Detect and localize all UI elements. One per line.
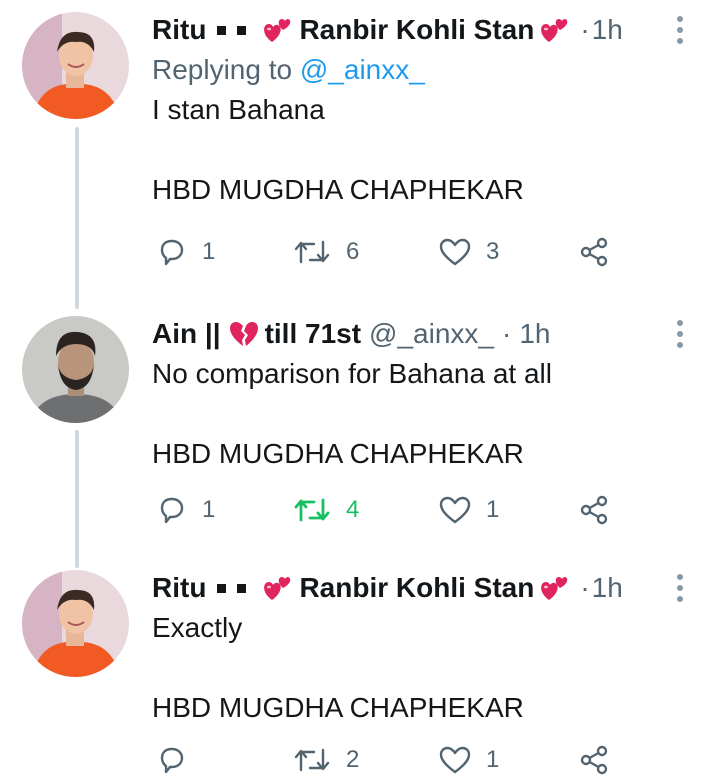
- like-button[interactable]: 1: [438, 744, 499, 776]
- more-options-icon[interactable]: [677, 574, 683, 602]
- retweet-button[interactable]: 6: [292, 236, 359, 268]
- black-square-emoji: [237, 25, 247, 35]
- share-icon: [580, 237, 608, 267]
- two-hearts-icon: [541, 19, 568, 42]
- display-name-suffix: till 71st: [264, 318, 362, 349]
- display-name[interactable]: Ain ||: [152, 318, 221, 350]
- more-options-icon[interactable]: [677, 320, 683, 348]
- share-icon: [580, 745, 608, 775]
- reply-count: 1: [202, 238, 216, 265]
- tweet-header: Ritu Ranbir Kohli Stan · 1h: [152, 568, 679, 608]
- retweet-button[interactable]: 4: [292, 494, 359, 526]
- tweet-text: I stan Bahana HBD MUGDHA CHAPHEKAR: [152, 94, 524, 205]
- share-icon: [580, 495, 608, 525]
- tweet-actions: 2 1: [152, 740, 622, 780]
- like-icon: [439, 746, 471, 774]
- reply-icon: [160, 747, 184, 774]
- more-options-icon[interactable]: [677, 16, 683, 44]
- timestamp[interactable]: 1h: [592, 14, 623, 46]
- like-count: 3: [486, 238, 500, 265]
- share-button[interactable]: [578, 744, 610, 776]
- display-name-suffix: Ranbir Kohli Stan: [299, 572, 535, 603]
- tweet-text: No comparison for Bahana at all HBD MUGD…: [152, 358, 552, 469]
- tweet-header: Ain || till 71st @_ainxx_ · 1h: [152, 314, 679, 354]
- retweet-count: 6: [346, 238, 360, 265]
- like-icon: [439, 238, 471, 266]
- share-button[interactable]: [578, 236, 610, 268]
- retweet-icon: [294, 240, 330, 264]
- avatar[interactable]: [22, 12, 129, 119]
- like-count: 1: [486, 746, 500, 773]
- reply-icon: [160, 239, 184, 266]
- separator-dot: ·: [580, 572, 590, 603]
- share-button[interactable]: [578, 494, 610, 526]
- retweet-button[interactable]: 2: [292, 744, 359, 776]
- reply-button[interactable]: [156, 744, 202, 776]
- display-name-suffix: Ranbir Kohli Stan: [299, 14, 535, 45]
- like-button[interactable]: 1: [438, 494, 499, 526]
- display-name[interactable]: Ritu: [152, 572, 206, 604]
- retweet-icon: [294, 748, 330, 772]
- reply-button[interactable]: 1: [156, 494, 215, 526]
- two-hearts-icon: [541, 577, 568, 600]
- reply-icon: [160, 497, 184, 524]
- two-hearts-icon: [264, 19, 291, 42]
- black-square-emoji: [237, 583, 247, 593]
- tweet-header: Ritu Ranbir Kohli Stan · 1h: [152, 10, 679, 50]
- black-square-emoji: [217, 583, 227, 593]
- reply-button[interactable]: 1: [156, 236, 215, 268]
- like-count: 1: [486, 496, 500, 523]
- replying-to-prefix: Replying to: [152, 54, 300, 85]
- tweet-actions: 1 4 1: [152, 490, 622, 530]
- avatar[interactable]: [22, 570, 129, 677]
- replying-to: Replying to @_ainxx_: [152, 50, 679, 90]
- timestamp[interactable]: 1h: [519, 318, 550, 350]
- timestamp[interactable]: 1h: [592, 572, 623, 604]
- retweet-count: 4: [346, 496, 360, 523]
- display-name[interactable]: Ritu: [152, 14, 206, 46]
- user-handle[interactable]: @_ainxx_: [369, 318, 494, 350]
- tweet-2[interactable]: Ain || till 71st @_ainxx_ · 1h No compar…: [0, 300, 719, 560]
- tweet-actions: 1 6 3: [152, 232, 622, 272]
- avatar[interactable]: [22, 316, 129, 423]
- retweet-icon: [294, 498, 330, 522]
- separator-dot: ·: [501, 318, 512, 349]
- tweet-3[interactable]: Ritu Ranbir Kohli Stan · 1h Exactly HBD …: [0, 560, 719, 783]
- tweet-text: Exactly HBD MUGDHA CHAPHEKAR: [152, 612, 524, 723]
- retweet-count: 2: [346, 746, 360, 773]
- black-square-emoji: [217, 25, 227, 35]
- like-icon: [439, 496, 471, 524]
- two-hearts-icon: [264, 577, 291, 600]
- like-button[interactable]: 3: [438, 236, 499, 268]
- tweet-1[interactable]: Ritu Ranbir Kohli Stan · 1h Replying to …: [0, 0, 719, 300]
- reply-count: 1: [202, 496, 216, 523]
- replying-to-handle[interactable]: @_ainxx_: [300, 54, 425, 85]
- broken-heart-icon: [229, 322, 258, 346]
- separator-dot: ·: [580, 14, 590, 45]
